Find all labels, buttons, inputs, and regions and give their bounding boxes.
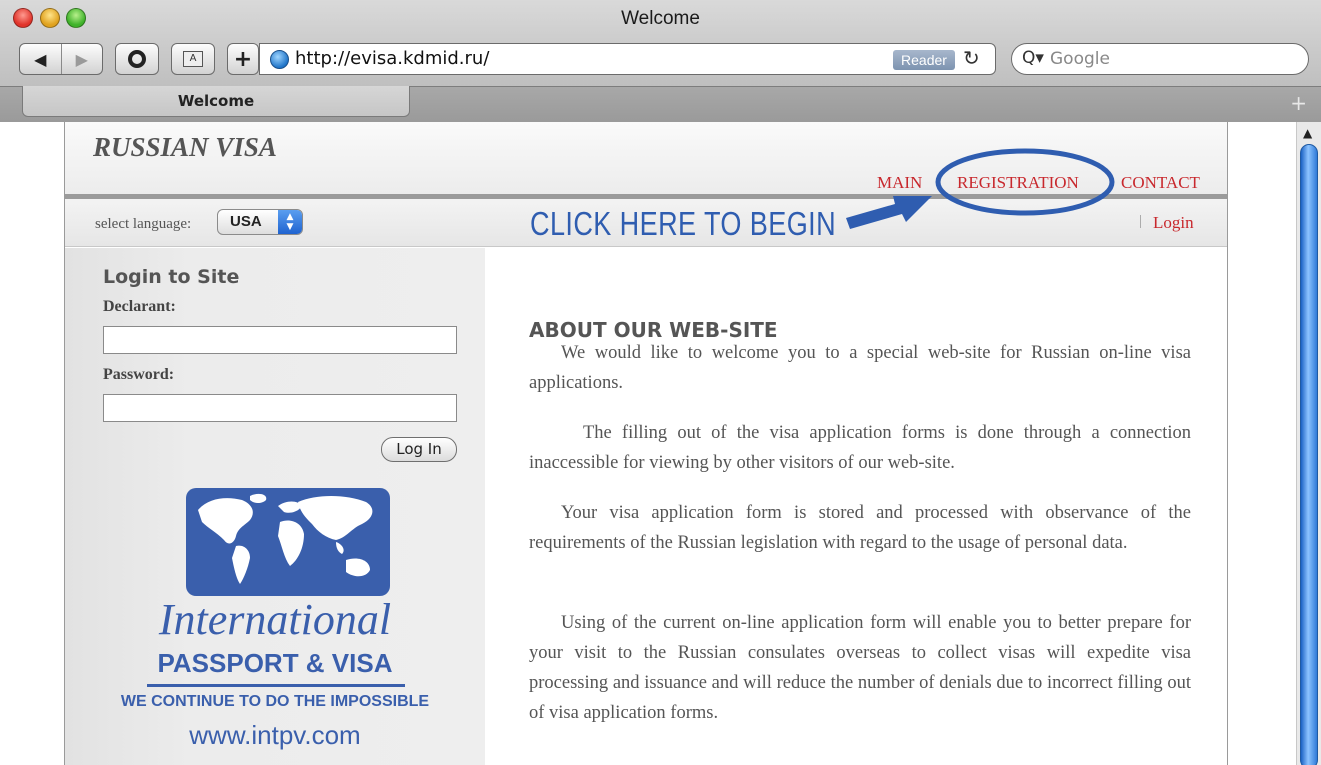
login-separator: | (1139, 213, 1143, 229)
ad-url-link[interactable]: www.intpv.com (65, 720, 485, 751)
language-value: USA (230, 213, 262, 230)
tab-welcome[interactable]: Welcome (22, 86, 410, 117)
main-content: ABOUT OUR WEB-SITE We would like to welc… (485, 248, 1227, 765)
about-paragraph-1: We would like to welcome you to a specia… (529, 343, 1191, 393)
password-input[interactable] (103, 394, 457, 422)
forward-button[interactable]: ▶ (60, 44, 103, 74)
nav-link-contact[interactable]: CONTACT (1121, 173, 1200, 193)
about-paragraph-2: The filling out of the visa application … (529, 423, 1191, 473)
add-bookmark-button[interactable]: + (227, 43, 259, 75)
tab-bar: Welcome + (0, 86, 1321, 122)
browser-chrome: Welcome ◀ ▶ A + http://evisa.kdmid.ru/ R… (0, 0, 1321, 122)
ad-slogan[interactable]: WE CONTINUE TO DO THE IMPOSSIBLE (65, 693, 485, 711)
site-header: RUSSIAN VISA MAIN REGISTRATION CONTACT (65, 122, 1227, 195)
search-placeholder: Google (1050, 49, 1110, 69)
vertical-scrollbar[interactable]: ▲ (1296, 122, 1321, 765)
password-label: Password: (103, 366, 175, 383)
stop-button[interactable] (115, 43, 159, 75)
search-field[interactable]: Q▾ Google (1011, 43, 1309, 75)
left-sidebar: Login to Site Declarant: Password: Log I… (65, 248, 485, 765)
title-bar: Welcome (0, 0, 1321, 36)
declarant-input[interactable] (103, 326, 457, 354)
back-forward-group: ◀ ▶ (19, 43, 103, 75)
login-button[interactable]: Log In (381, 437, 457, 462)
back-button[interactable]: ◀ (20, 44, 61, 74)
world-map-icon[interactable] (186, 488, 390, 596)
language-label: select language: (95, 216, 192, 232)
ad-brand[interactable]: PASSPORT & VISA (65, 648, 485, 679)
about-paragraph-3: Your visa application form is stored and… (529, 503, 1191, 553)
window-title: Welcome (621, 8, 700, 29)
ad-script-text[interactable]: International (65, 594, 485, 645)
about-paragraph-4: Using of the current on-line application… (529, 613, 1191, 723)
language-select[interactable]: USA ▲ ▼ (217, 209, 303, 235)
login-title: Login to Site (103, 266, 240, 288)
browser-toolbar: ◀ ▶ A + http://evisa.kdmid.ru/ Reader ↻ … (0, 36, 1321, 86)
search-icon[interactable]: Q▾ (1022, 48, 1044, 68)
site-logo[interactable]: RUSSIAN VISA (93, 132, 277, 163)
url-text[interactable]: http://evisa.kdmid.ru/ (295, 48, 489, 69)
translate-button[interactable]: A (171, 43, 215, 75)
translate-icon: A (183, 51, 203, 67)
address-bar[interactable]: http://evisa.kdmid.ru/ Reader ↻ (259, 43, 996, 75)
globe-icon (270, 50, 289, 69)
nav-link-registration[interactable]: REGISTRATION (957, 173, 1079, 193)
stop-icon (128, 50, 146, 68)
declarant-label: Declarant: (103, 298, 176, 315)
ad-divider (147, 684, 405, 687)
login-link[interactable]: Login (1153, 213, 1194, 233)
select-arrows-icon: ▲ ▼ (278, 210, 302, 234)
new-tab-icon[interactable]: + (1290, 91, 1307, 115)
scroll-up-icon[interactable]: ▲ (1303, 126, 1312, 140)
scroll-thumb[interactable] (1300, 144, 1318, 765)
nav-link-main[interactable]: MAIN (877, 173, 922, 193)
annotation-text: CLICK HERE TO BEGIN (530, 205, 837, 242)
reader-button[interactable]: Reader (893, 50, 955, 70)
reload-icon[interactable]: ↻ (963, 46, 980, 70)
